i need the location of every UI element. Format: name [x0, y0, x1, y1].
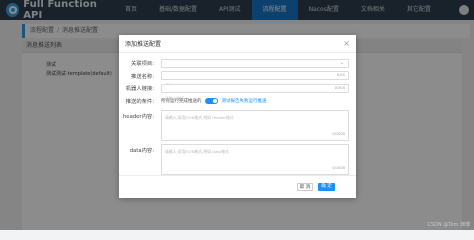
- dialog-header: 添加推送配置 ×: [119, 35, 356, 53]
- close-icon[interactable]: ×: [343, 39, 350, 48]
- name-label: 推送名称:: [131, 73, 154, 80]
- robot-link-char-counter: 0/300: [334, 85, 345, 90]
- dialog-title: 添加推送配置: [125, 41, 162, 48]
- robot-link-field[interactable]: 0/300: [161, 83, 349, 102]
- data-char-counter: 0/1000: [332, 166, 345, 171]
- header-textarea-wrap[interactable]: 0/1000: [161, 110, 349, 142]
- header-row: header内容: 0/1000: [119, 107, 356, 142]
- push-config-form: 关联项目: ⌄ 推送名称: 0/50 机器人链接: 0/300 推送的条件: 所…: [119, 53, 356, 176]
- name-row: 推送名称: 0/50: [119, 70, 356, 90]
- chevron-down-icon: ⌄: [339, 59, 344, 66]
- name-field[interactable]: 0/50: [161, 71, 349, 90]
- project-row: 关联项目: ⌄: [119, 57, 356, 77]
- header-char-counter: 0/1000: [332, 132, 345, 137]
- dialog-footer: 取 消 确 定: [119, 175, 356, 198]
- header-textarea[interactable]: [162, 111, 338, 140]
- project-label: 关联项目:: [131, 61, 154, 68]
- condition-label: 推送的条件:: [125, 99, 154, 106]
- data-textarea[interactable]: [162, 145, 338, 174]
- name-char-counter: 0/50: [336, 73, 345, 78]
- robot-link-input[interactable]: [162, 94, 315, 102]
- header-label: header内容:: [122, 114, 154, 121]
- watermark: CSDN @Tom 渊博: [427, 222, 470, 228]
- data-label: data内容:: [129, 148, 154, 155]
- project-select[interactable]: ⌄: [161, 58, 349, 77]
- cancel-button[interactable]: 取 消: [297, 183, 313, 191]
- data-textarea-wrap[interactable]: 0/1000: [161, 144, 349, 176]
- robot-link-row: 机器人链接: 0/300: [119, 82, 356, 102]
- robot-link-label: 机器人链接:: [125, 86, 154, 93]
- add-push-config-dialog: 添加推送配置 × 关联项目: ⌄ 推送名称: 0/50 机器人链接: 0/300: [119, 35, 356, 198]
- confirm-button[interactable]: 确 定: [318, 183, 335, 191]
- condition-toggle[interactable]: [204, 98, 218, 105]
- data-row: data内容: 0/1000: [119, 141, 356, 176]
